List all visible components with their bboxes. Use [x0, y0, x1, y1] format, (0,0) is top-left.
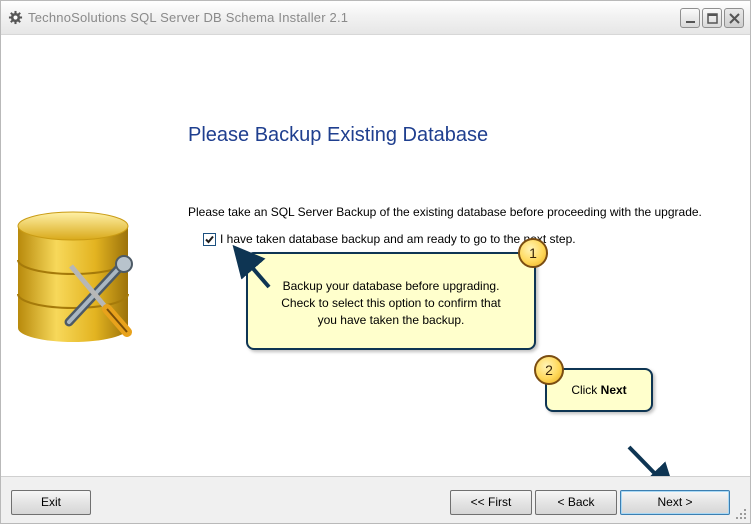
step-badge-2: 2 [534, 355, 564, 385]
exit-button[interactable]: Exit [11, 490, 91, 515]
back-button[interactable]: < Back [535, 490, 617, 515]
gear-icon [8, 10, 23, 25]
window-title: TechnoSolutions SQL Server DB Schema Ins… [28, 10, 349, 25]
maximize-icon [707, 13, 718, 24]
instruction-text: Please take an SQL Server Backup of the … [188, 205, 702, 219]
maximize-button[interactable] [702, 8, 722, 28]
resize-grip-icon[interactable] [735, 508, 747, 520]
backup-hint-callout: Backup your database before upgrading. C… [246, 252, 536, 350]
callout-line: Backup your database before upgrading. [282, 279, 500, 293]
title-bar[interactable]: TechnoSolutions SQL Server DB Schema Ins… [1, 1, 750, 35]
close-icon [729, 13, 740, 24]
checkmark-icon [205, 235, 214, 243]
callout-prefix: Click [571, 383, 601, 397]
close-button[interactable] [724, 8, 744, 28]
minimize-icon [686, 21, 695, 23]
callout-emphasis: Next [600, 383, 627, 397]
step-badge-1: 1 [518, 238, 548, 268]
page-title: Please Backup Existing Database [188, 124, 489, 146]
next-button[interactable]: Next > [620, 490, 730, 515]
database-tools-icon [17, 211, 133, 342]
first-button[interactable]: << First [450, 490, 532, 515]
installer-window: TechnoSolutions SQL Server DB Schema Ins… [0, 0, 751, 524]
backup-confirm-checkbox[interactable] [203, 232, 216, 246]
callout-line: Check to select this option to confirm t… [281, 296, 501, 310]
minimize-button[interactable] [680, 8, 700, 28]
wizard-footer: Exit << First < Back Next > [1, 476, 750, 523]
callout-line: you have taken the backup. [317, 313, 465, 327]
